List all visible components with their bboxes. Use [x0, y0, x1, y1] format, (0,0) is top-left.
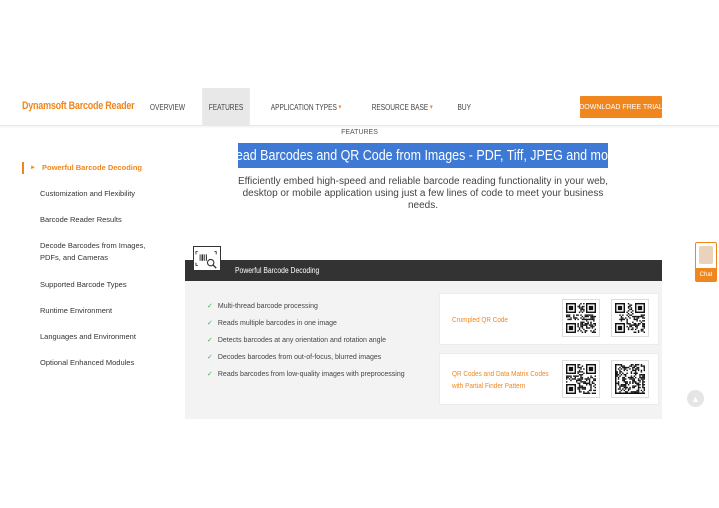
list-item: ✓ Decodes barcodes from out-of-focus, blu… — [207, 354, 382, 361]
back-to-top-button[interactable]: ▲ — [687, 390, 704, 407]
intro-text: Efficiently embed high-speed and reliabl… — [237, 176, 609, 211]
list-item: ✓ Reads multiple barcodes in one image — [207, 320, 337, 327]
nav-overview[interactable]: OVERVIEW — [143, 88, 191, 126]
check-icon: ✓ — [207, 371, 213, 378]
chevron-down-icon: ▾ — [430, 104, 433, 111]
check-icon: ✓ — [207, 320, 213, 327]
main-nav: OVERVIEW FEATURES APPLICATION TYPES ▾ RES… — [138, 88, 480, 126]
barcode-search-icon — [193, 246, 221, 271]
check-icon: ✓ — [207, 337, 213, 344]
card-label: QR Codes and Data Matrix Codes — [452, 369, 549, 378]
qr-code-image — [611, 299, 649, 337]
check-icon: ✓ — [207, 303, 213, 310]
avatar — [699, 246, 713, 264]
nav-application-types[interactable]: APPLICATION TYPES ▾ — [264, 88, 348, 126]
card-label: with Partial Finder Pattern — [452, 381, 526, 390]
list-item: ✓ Multi-thread barcode processing — [207, 303, 318, 310]
sidebar-item-barcode-types[interactable]: Supported Barcode Types — [22, 279, 172, 291]
example-card-partial-finder: QR Codes and Data Matrix Codes with Part… — [439, 353, 659, 405]
sidebar-item-results[interactable]: Barcode Reader Results — [22, 214, 172, 226]
sidebar-item-languages[interactable]: Languages and Environment — [22, 331, 172, 343]
sidebar-item-customization[interactable]: Customization and Flexibility — [22, 188, 172, 200]
qr-code-image — [562, 299, 600, 337]
datamatrix-code-image — [611, 360, 649, 398]
sidebar-item-decode-sources[interactable]: Decode Barcodes from Images, PDFs, and C… — [22, 240, 152, 264]
check-icon: ✓ — [207, 354, 213, 361]
section-eyebrow: FEATURES — [341, 129, 378, 136]
feature-panel-header: Powerful Barcode Decoding — [185, 260, 662, 281]
sidebar-item-runtime[interactable]: Runtime Environment — [22, 305, 172, 317]
nav-resource-base[interactable]: RESOURCE BASE ▾ — [365, 88, 439, 126]
chat-label: Chat — [696, 268, 716, 281]
brand-logo[interactable]: Dynamsoft Barcode Reader — [22, 100, 135, 112]
sidebar-item-enhanced-modules[interactable]: Optional Enhanced Modules — [22, 357, 172, 369]
nav-buy[interactable]: BUY — [451, 88, 478, 126]
page-title: Read Barcodes and QR Code from Images - … — [227, 143, 619, 168]
nav-features[interactable]: FEATURES — [202, 88, 250, 126]
chevron-down-icon: ▾ — [338, 104, 342, 111]
list-item: ✓ Detects barcodes at any orientation and… — [207, 337, 386, 344]
sidebar-item-powerful-decoding[interactable]: ► Powerful Barcode Decoding — [22, 162, 172, 174]
example-card-crumpled-qr: Crumpled QR Code — [439, 293, 659, 345]
chevron-up-icon: ▲ — [691, 393, 700, 404]
qr-code-image — [562, 360, 600, 398]
top-nav-bar: Dynamsoft Barcode Reader OVERVIEW FEATUR… — [0, 88, 719, 126]
chat-widget[interactable]: Chat — [695, 242, 717, 282]
list-item: ✓ Reads barcodes from low-quality images … — [207, 371, 405, 378]
download-free-trial-button[interactable]: DOWNLOAD FREE TRIAL — [579, 96, 663, 118]
arrow-right-icon: ► — [30, 165, 36, 171]
card-label: Crumpled QR Code — [452, 315, 508, 324]
page: Dynamsoft Barcode Reader OVERVIEW FEATUR… — [0, 0, 719, 508]
